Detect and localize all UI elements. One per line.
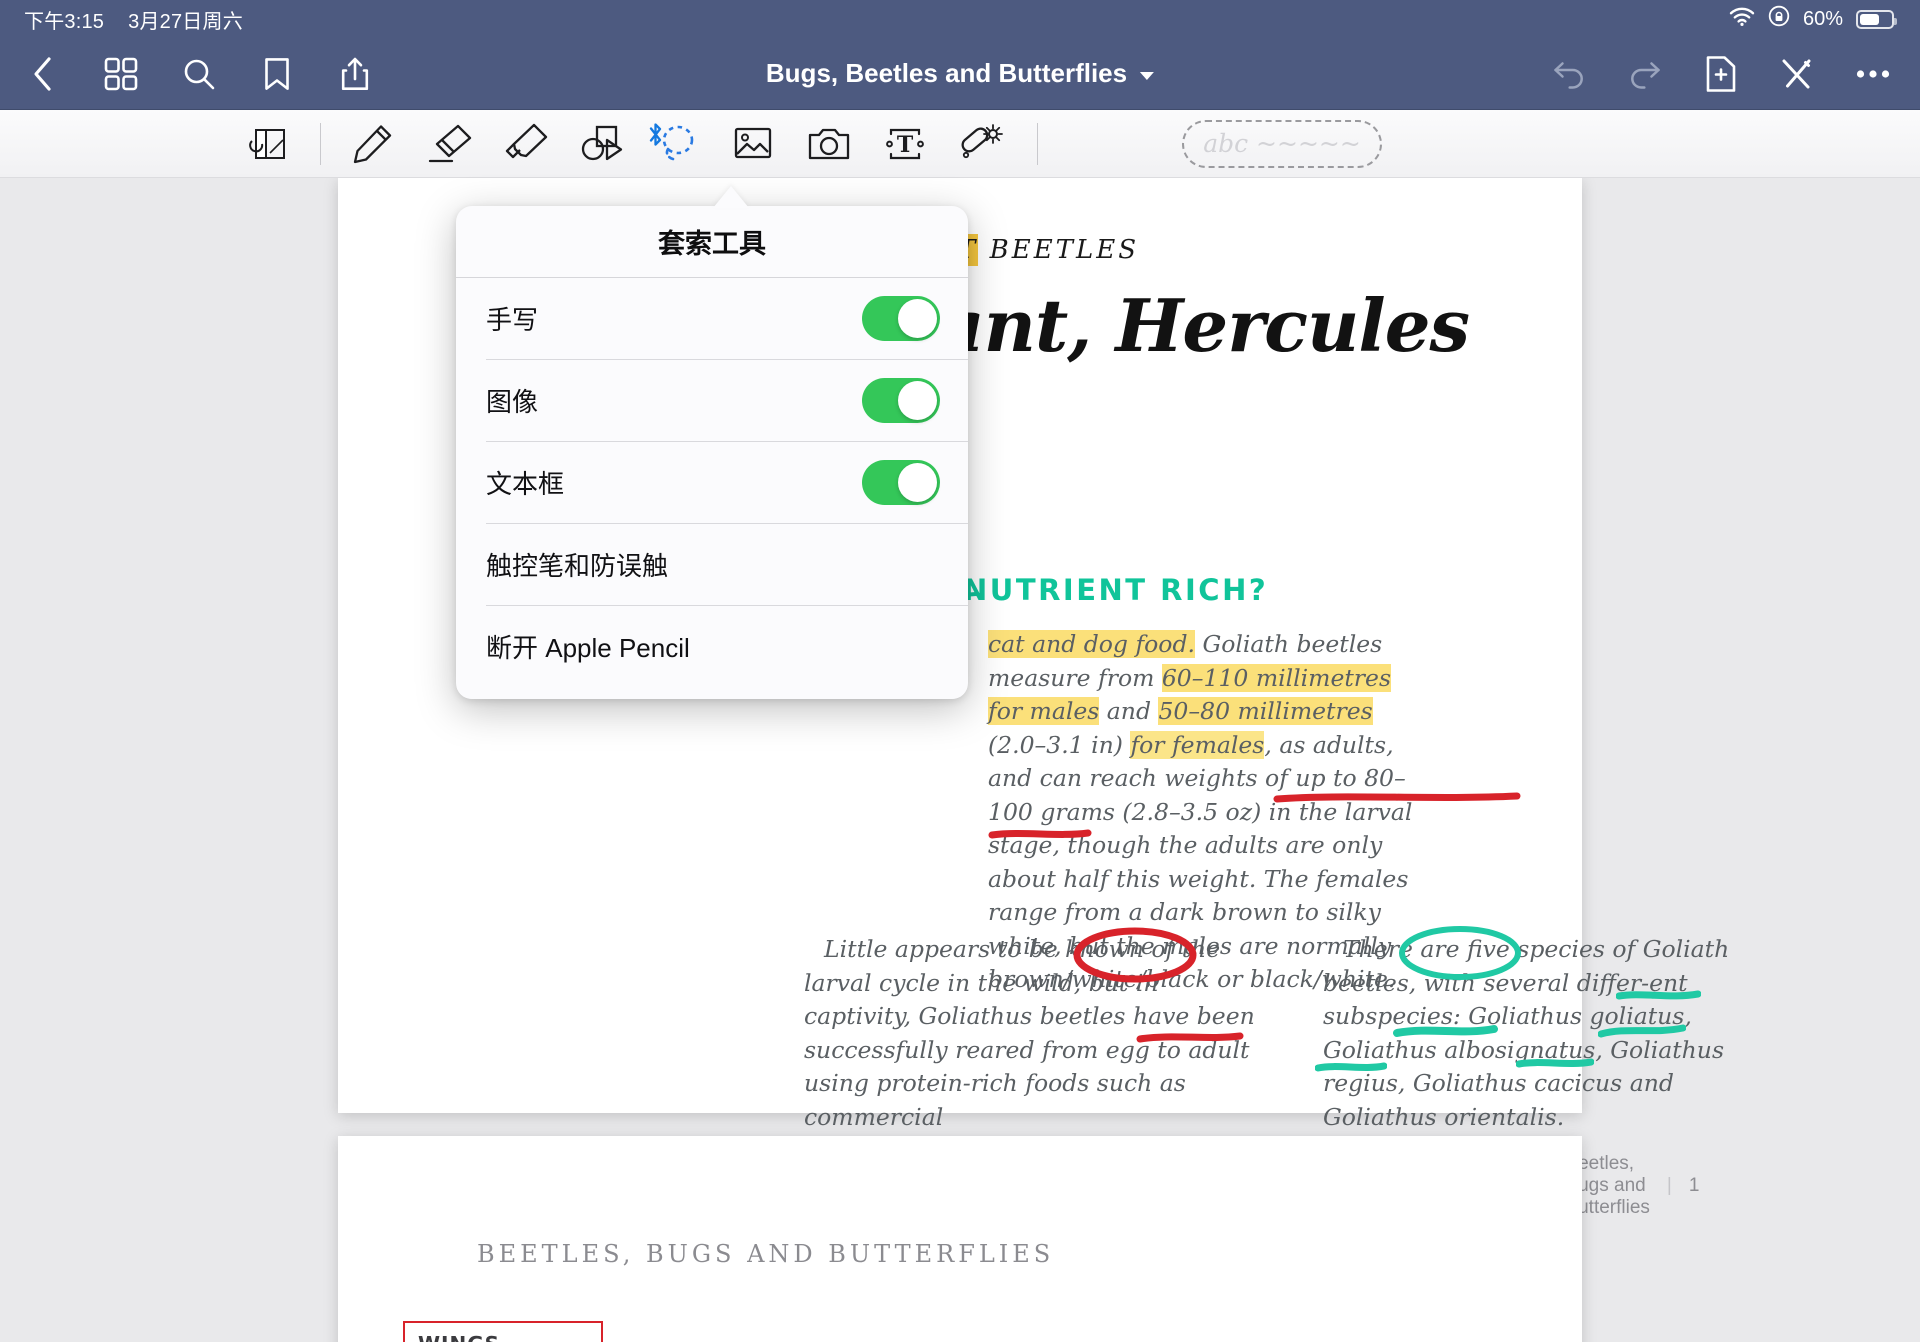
body-text: and: [1099, 697, 1159, 725]
annotation-panel-toggle[interactable]: [230, 114, 306, 174]
popover-title: 套索工具: [456, 206, 968, 278]
scribble-to-text-field[interactable]: abc ~~~~~: [1182, 119, 1382, 168]
handwritten-note-nutrient-rich: NUTRIENT RICH?: [963, 573, 1269, 607]
eraser-tool[interactable]: [411, 114, 487, 174]
toggle-images[interactable]: [862, 378, 940, 423]
popover-arrow: [713, 186, 749, 208]
page1-running-head: T BEETLES: [958, 234, 1140, 266]
image-tool[interactable]: [715, 114, 791, 174]
toggle-handwriting[interactable]: [862, 296, 940, 341]
status-bar-left: 下午3:15 3月27日周六: [24, 5, 243, 34]
thumbnails-button[interactable]: [100, 53, 142, 95]
highlight-females-measure: 50–80 millimetres: [1158, 697, 1373, 725]
highlight-for-females: for females: [1130, 730, 1265, 759]
camera-tool[interactable]: [791, 114, 867, 174]
page1-right-column-bottom: There are five species of Goliath beetle…: [1323, 935, 1730, 1131]
annotation-toolbar: T abc ~~~~~: [0, 110, 1920, 178]
nav-bar-left: [0, 53, 376, 95]
handwritten-wings-open: WINGS OPEN: [418, 1333, 500, 1342]
toolbar-divider-2: [1037, 122, 1038, 165]
app-root: 下午3:15 3月27日周六 60% Bugs, Beetles and But…: [0, 0, 1920, 1342]
popover-label-textboxes: 文本框: [486, 469, 565, 499]
footer-separator-2: |: [1666, 1175, 1672, 1196]
lasso-tool[interactable]: [639, 114, 715, 174]
wifi-icon: [1729, 7, 1755, 32]
footer-page-number: 1: [1688, 1175, 1700, 1196]
nav-bar: Bugs, Beetles and Butterflies: [0, 38, 1920, 110]
chevron-down-icon: [1140, 71, 1155, 80]
page1-title: ant, Hercules: [938, 283, 1470, 368]
shapes-tool[interactable]: [563, 114, 639, 174]
document-title-menu[interactable]: Bugs, Beetles and Butterflies: [765, 58, 1155, 89]
toggle-textboxes[interactable]: [862, 460, 940, 505]
highlighter-tool[interactable]: [487, 114, 563, 174]
handwritten-wings-line1: WINGS: [418, 1332, 500, 1342]
running-head-rest: BEETLES: [978, 235, 1140, 265]
toolbar-divider: [320, 122, 321, 165]
battery-percent: 60%: [1802, 7, 1843, 30]
page-title: Bugs, Beetles and Butterflies: [765, 58, 1128, 88]
status-bar-right: 60%: [1729, 5, 1897, 33]
popover-bottom-edge: [456, 687, 968, 699]
exit-annotation-button[interactable]: [1776, 53, 1818, 95]
undo-button[interactable]: [1548, 53, 1590, 95]
status-time: 下午3:15: [24, 10, 105, 33]
svg-text:T: T: [897, 132, 914, 158]
magic-wand-tool[interactable]: [943, 114, 1019, 174]
page1-left-column-bottom: Little appears to be known of the larval…: [804, 935, 1255, 1131]
popover-row-handwriting[interactable]: 手写: [456, 278, 968, 359]
popover-label-handwriting: 手写: [486, 305, 539, 335]
nav-bar-right: [1548, 53, 1920, 95]
pdf-page-2[interactable]: BEETLES, BUGS AND BUTTERFLIES WINGS OPEN: [338, 1136, 1582, 1342]
page2-running-head: BEETLES, BUGS AND BUTTERFLIES: [477, 1240, 1055, 1268]
popover-row-textboxes[interactable]: 文本框: [456, 442, 968, 523]
popover-label-stylus-palm-rejection: 触控笔和防误触: [486, 551, 669, 581]
search-button[interactable]: [178, 53, 220, 95]
redo-button[interactable]: [1624, 53, 1666, 95]
share-button[interactable]: [334, 53, 376, 95]
highlight-cat-and-dog-food: cat and dog food.: [988, 630, 1195, 658]
rotation-lock-icon: [1768, 5, 1790, 33]
back-button[interactable]: [22, 53, 64, 95]
scribble-placeholder: abc ~~~~~: [1203, 129, 1361, 158]
textbox-tool[interactable]: T: [867, 114, 943, 174]
status-bar: 下午3:15 3月27日周六 60%: [0, 0, 1920, 38]
popover-label-images: 图像: [486, 387, 539, 417]
pen-tool[interactable]: [335, 114, 411, 174]
popover-row-images[interactable]: 图像: [456, 360, 968, 441]
battery-icon: [1856, 9, 1897, 29]
add-page-button[interactable]: [1700, 53, 1742, 95]
body-text: (2.0–3.1 in): [988, 730, 1131, 759]
popover-row-disconnect-pencil[interactable]: 断开 Apple Pencil: [456, 606, 968, 687]
more-button[interactable]: [1852, 53, 1894, 95]
bluetooth-icon: [647, 122, 664, 151]
bookmark-button[interactable]: [256, 53, 298, 95]
popover-label-disconnect-pencil: 断开 Apple Pencil: [486, 633, 690, 663]
lasso-tool-popover: 套索工具 手写 图像 文本框 触控笔和防误触 断开 Apple Pencil: [456, 206, 968, 699]
status-date: 3月27日周六: [128, 10, 243, 33]
popover-row-stylus-palm-rejection[interactable]: 触控笔和防误触: [456, 524, 968, 605]
